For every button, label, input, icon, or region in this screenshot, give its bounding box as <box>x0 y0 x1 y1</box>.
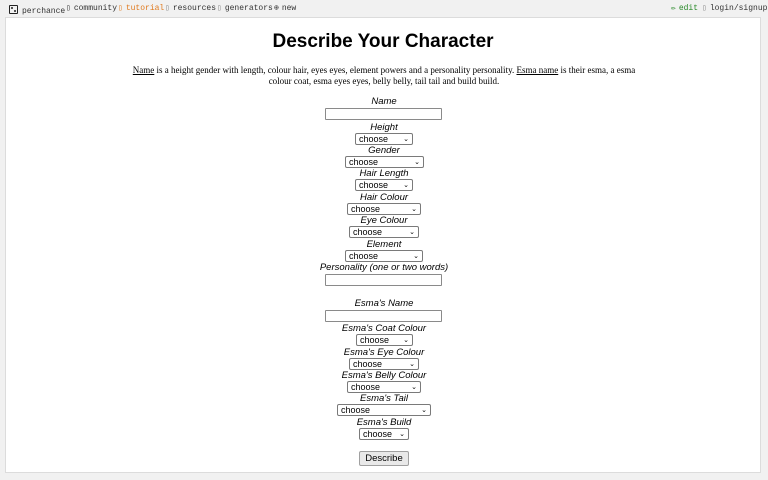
esma-belly-colour-select-value: choose <box>351 382 381 392</box>
hair-colour-select-value: choose <box>351 204 381 214</box>
esma-name-label: Esma's Name <box>354 298 414 309</box>
nav-resources-label: resources <box>172 4 217 13</box>
chat-icon: ▯ <box>66 4 71 13</box>
main-panel: Describe Your Character Name is a height… <box>5 17 761 473</box>
nav-edit[interactable]: ✏ edit <box>671 4 698 13</box>
page-title: Describe Your Character <box>272 31 494 52</box>
desc-name-link[interactable]: Name <box>133 65 155 75</box>
book-icon: ▯ <box>165 4 170 13</box>
character-description: Name is a height gender with length, col… <box>126 65 642 87</box>
gender-label: Gender <box>368 145 400 156</box>
esma-eye-colour-select-value: choose <box>353 359 383 369</box>
nav-resources[interactable]: ▯ resources <box>165 4 216 13</box>
gender-select[interactable]: choose ⌄ <box>345 156 424 168</box>
esma-build-select[interactable]: choose ⌄ <box>359 428 409 440</box>
nav-community-label: community <box>73 4 118 13</box>
chevron-down-icon: ⌄ <box>403 136 409 143</box>
esma-eye-colour-label: Esma's Eye Colour <box>343 347 425 358</box>
esma-tail-select-value: choose <box>341 405 371 415</box>
nav-new[interactable]: ⊕ new <box>274 4 296 13</box>
name-input[interactable] <box>325 108 442 120</box>
chevron-down-icon: ⌄ <box>409 229 415 236</box>
chevron-down-icon: ⌄ <box>414 159 420 166</box>
nav-login-label: login/signup <box>709 4 768 13</box>
dice-icon <box>9 5 18 14</box>
esma-tail-label: Esma's Tail <box>360 393 408 404</box>
eye-colour-select[interactable]: choose ⌄ <box>349 226 419 238</box>
describe-button[interactable]: Describe <box>359 451 409 466</box>
nav-tutorial-label: tutorial <box>125 4 165 13</box>
top-nav: perchance ▯ community ▯ tutorial ▯ resource… <box>0 0 768 16</box>
chevron-down-icon: ⌄ <box>409 361 415 368</box>
esma-belly-colour-select[interactable]: choose ⌄ <box>347 381 421 393</box>
hair-length-label: Hair Length <box>359 168 409 179</box>
eye-colour-select-value: choose <box>353 227 383 237</box>
height-select-value: choose <box>359 134 389 144</box>
chevron-down-icon: ⌄ <box>421 407 427 414</box>
element-select[interactable]: choose ⌄ <box>345 250 423 262</box>
desc-text-1: is a height gender with length, colour h… <box>154 65 517 75</box>
esma-belly-colour-label: Esma's Belly Colour <box>341 370 427 381</box>
plus-circle-icon: ⊕ <box>274 4 279 13</box>
chevron-down-icon: ⌄ <box>411 384 417 391</box>
grid-icon: ▯ <box>217 4 222 13</box>
nav-generators-label: generators <box>224 4 273 13</box>
esma-build-select-value: choose <box>363 429 393 439</box>
chevron-down-icon: ⌄ <box>411 206 417 213</box>
pencil-icon: ✏ <box>671 4 676 13</box>
element-select-value: choose <box>349 251 379 261</box>
chevron-down-icon: ⌄ <box>413 253 419 260</box>
personality-label: Personality (one or two words) <box>319 262 449 273</box>
esma-tail-select[interactable]: choose ⌄ <box>337 404 431 416</box>
chevron-down-icon: ⌄ <box>399 431 405 438</box>
book-icon: ▯ <box>118 4 123 13</box>
esma-eye-colour-select[interactable]: choose ⌄ <box>349 358 419 370</box>
user-icon: ▯ <box>702 4 707 13</box>
element-label: Element <box>366 239 402 250</box>
name-label: Name <box>371 96 397 107</box>
nav-edit-label: edit <box>678 4 699 13</box>
nav-community[interactable]: ▯ community <box>66 4 117 13</box>
nav-home[interactable]: perchance <box>9 4 65 16</box>
hair-colour-select[interactable]: choose ⌄ <box>347 203 421 215</box>
gender-select-value: choose <box>349 157 379 167</box>
chevron-down-icon: ⌄ <box>403 182 409 189</box>
nav-generators[interactable]: ▯ generators <box>217 4 273 13</box>
nav-new-label: new <box>281 4 297 13</box>
hair-colour-label: Hair Colour <box>359 192 409 203</box>
personality-input[interactable] <box>325 274 442 286</box>
eye-colour-label: Eye Colour <box>360 215 408 226</box>
esma-name-input[interactable] <box>325 310 442 322</box>
esma-coat-colour-select-value: choose <box>360 335 390 345</box>
esma-coat-colour-label: Esma's Coat Colour <box>341 323 427 334</box>
nav-tutorial[interactable]: ▯ tutorial <box>118 4 164 13</box>
esma-coat-colour-select[interactable]: choose ⌄ <box>356 334 413 346</box>
esma-build-label: Esma's Build <box>356 417 412 428</box>
hair-length-select-value: choose <box>359 180 389 190</box>
hair-length-select[interactable]: choose ⌄ <box>355 179 413 191</box>
desc-esma-link[interactable]: Esma name <box>516 65 558 75</box>
nav-home-label: perchance <box>22 7 66 16</box>
height-label: Height <box>370 122 398 133</box>
nav-login[interactable]: ▯ login/signup <box>702 4 767 13</box>
chevron-down-icon: ⌄ <box>403 337 409 344</box>
height-select[interactable]: choose ⌄ <box>355 133 413 145</box>
